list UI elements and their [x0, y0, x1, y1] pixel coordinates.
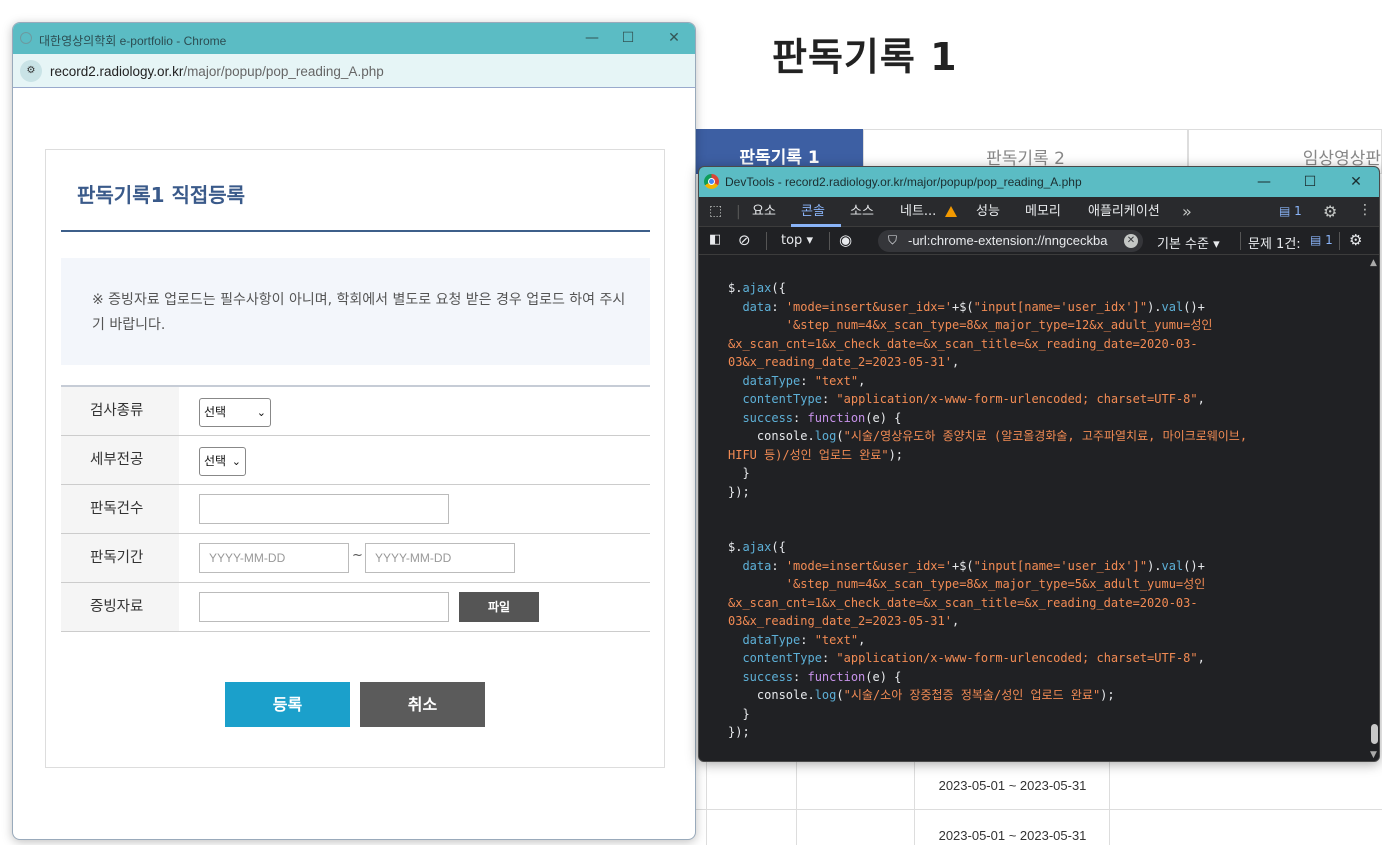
notice-text: ※ 증빙자료 업로드는 필수사항이 아니며, 학회에서 별도로 요청 받은 경우… [92, 292, 626, 333]
register-button[interactable]: 등록 [225, 682, 350, 727]
period-cell: 2023-05-01 ~ 2023-05-31 [938, 778, 1087, 793]
context-select[interactable]: top ▾ [781, 233, 813, 248]
site-info-icon[interactable]: ⚙ [20, 60, 42, 82]
address-bar[interactable]: ⚙ record2.radiology.or.kr/major/popup/po… [13, 54, 695, 88]
warning-icon [945, 206, 957, 217]
period-start-input[interactable]: YYYY-MM-DD [199, 543, 349, 573]
filter-input[interactable]: ⛉ -url:chrome-extension://nngceckba ✕ [878, 230, 1143, 252]
cancel-button[interactable]: 취소 [360, 682, 485, 727]
exam-type-select[interactable]: 선택 ⌄ [199, 398, 271, 427]
records-table: 2023-05-01 ~ 2023-05-31 2023-05-01 ~ 202… [696, 760, 1382, 845]
issues-count[interactable]: ▤ 1 [1310, 233, 1333, 247]
file-button[interactable]: 파일 [459, 592, 539, 622]
row-evidence: 증빙자료 파일 [61, 583, 650, 632]
period-end-input[interactable]: YYYY-MM-DD [365, 543, 515, 573]
row-reading-count: 판독건수 [61, 485, 650, 534]
sub-specialty-label: 세부전공 [61, 436, 179, 484]
sub-specialty-select[interactable]: 선택 ⌄ [199, 447, 246, 476]
message-icon: ▤ [1279, 204, 1291, 218]
popup-window-title: 대한영상의학회 e-portfolio - Chrome [39, 34, 227, 48]
maximize-button[interactable]: ☐ [615, 27, 641, 49]
devtools-window: DevTools - record2.radiology.or.kr/major… [698, 166, 1380, 762]
console-output[interactable]: $.ajax({ data: 'mode=insert&user_idx='+$… [699, 256, 1367, 761]
tab-memory[interactable]: 메모리 [1025, 197, 1061, 227]
settings-gear-icon[interactable]: ⚙ [1323, 202, 1337, 221]
form-title: 판독기록1 직접등록 [77, 183, 246, 207]
popup-window: 대한영상의학회 e-portfolio - Chrome — ☐ ✕ ⚙ rec… [12, 22, 696, 840]
evidence-file-input[interactable] [199, 592, 449, 622]
inspect-icon[interactable]: ⬚ [709, 203, 722, 219]
more-options-icon[interactable]: ⋮ [1358, 202, 1372, 218]
console-code: $.ajax({ data: 'mode=insert&user_idx='+$… [728, 281, 1248, 739]
title-divider [61, 230, 650, 232]
log-level-select[interactable]: 기본 수준 ▾ [1157, 233, 1220, 252]
form-panel: 판독기록1 직접등록 ※ 증빙자료 업로드는 필수사항이 아니며, 학회에서 별… [45, 149, 665, 768]
row-sub-specialty: 세부전공 선택 ⌄ [61, 436, 650, 485]
console-toolbar: ◧ ⊘ top ▾ ◉ ⛉ -url:chrome-extension://nn… [699, 227, 1379, 255]
clear-console-icon[interactable]: ⊘ [738, 231, 751, 249]
close-button[interactable]: ✕ [661, 27, 687, 49]
row-reading-period: 판독기간 YYYY-MM-DD ~ YYYY-MM-DD [61, 534, 650, 583]
reading-period-label: 판독기간 [61, 534, 179, 582]
chevron-down-icon: ⌄ [256, 406, 266, 419]
tab-performance[interactable]: 성능 [976, 197, 1000, 227]
minimize-button[interactable]: — [579, 27, 605, 49]
period-cell: 2023-05-01 ~ 2023-05-31 [938, 828, 1087, 843]
tab-elements[interactable]: 요소 [752, 197, 776, 227]
reading-count-input[interactable] [199, 494, 449, 524]
notice-box: ※ 증빙자료 업로드는 필수사항이 아니며, 학회에서 별도로 요청 받은 경우… [61, 258, 650, 365]
table-row: 2023-05-01 ~ 2023-05-31 [696, 760, 1382, 810]
tab-console[interactable]: 콘솔 [801, 197, 825, 227]
devtools-tabbar: ⬚ | 요소 콘솔 소스 네트... 성능 메모리 애플리케이션 » ▤ 1 ⚙… [699, 197, 1379, 227]
chevron-down-icon: ⌄ [231, 455, 241, 468]
row-exam-type: 검사종류 선택 ⌄ [61, 387, 650, 436]
exam-type-label: 검사종류 [61, 387, 179, 435]
tab-network[interactable]: 네트... [900, 197, 936, 227]
chrome-icon [704, 174, 719, 189]
console-settings-gear-icon[interactable]: ⚙ [1349, 231, 1362, 249]
table-row: 2023-05-01 ~ 2023-05-31 [696, 810, 1382, 845]
issues-badge[interactable]: ▤ 1 [1279, 204, 1302, 218]
tab-application[interactable]: 애플리케이션 [1088, 197, 1160, 227]
tab-sources[interactable]: 소스 [850, 197, 874, 227]
url-text[interactable]: record2.radiology.or.kr/major/popup/pop_… [50, 64, 384, 79]
reading-count-label: 판독건수 [61, 485, 179, 533]
form-table: 검사종류 선택 ⌄ 세부전공 선택 ⌄ 판독건수 판독기간 YYYY-MM-DD ~… [61, 385, 650, 632]
evidence-label: 증빙자료 [61, 583, 179, 631]
eye-icon[interactable]: ◉ [839, 231, 852, 249]
issues-label: 문제 1건: [1248, 237, 1301, 252]
sidebar-toggle-icon[interactable]: ◧ [709, 232, 721, 247]
close-button[interactable]: ✕ [1341, 171, 1371, 193]
scroll-thumb[interactable] [1371, 724, 1378, 744]
filter-icon: ⛉ [888, 233, 898, 247]
scroll-down-icon[interactable]: ▼ [1370, 750, 1377, 760]
maximize-button[interactable]: ☐ [1295, 171, 1325, 193]
popup-titlebar[interactable]: 대한영상의학회 e-portfolio - Chrome — ☐ ✕ [13, 23, 695, 54]
more-tabs-icon[interactable]: » [1182, 202, 1192, 221]
minimize-button[interactable]: — [1249, 171, 1279, 193]
devtools-titlebar[interactable]: DevTools - record2.radiology.or.kr/major… [699, 167, 1379, 197]
scroll-up-icon[interactable]: ▲ [1370, 258, 1377, 268]
devtools-window-title: DevTools - record2.radiology.or.kr/major… [725, 175, 1082, 189]
period-separator: ~ [352, 548, 363, 563]
console-scrollbar[interactable]: ▲ ▼ [1367, 256, 1379, 761]
page-title: 판독기록 1 [772, 35, 958, 79]
globe-icon [20, 32, 32, 44]
clear-filter-icon[interactable]: ✕ [1124, 234, 1138, 248]
